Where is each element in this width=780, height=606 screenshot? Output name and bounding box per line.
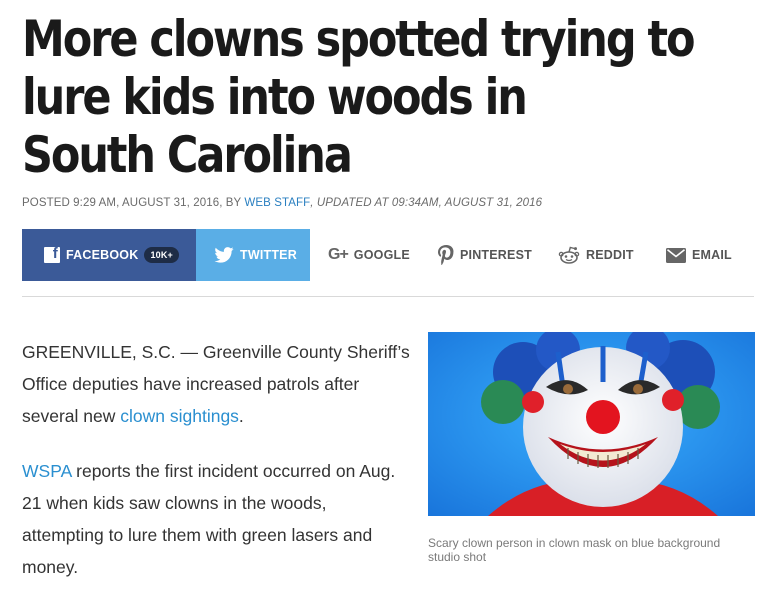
author-link[interactable]: WEB STAFF (244, 197, 310, 209)
google-label: GOOGLE (353, 248, 410, 262)
twitter-icon (214, 247, 234, 263)
paragraph-text: reports the first incident occurred on A… (22, 461, 396, 577)
byline: POSTED 9:29 AM, AUGUST 31, 2016, BY WEB … (22, 197, 542, 209)
twitter-share-button[interactable]: TWITTER (196, 229, 310, 281)
reddit-icon (558, 246, 580, 264)
facebook-share-button[interactable]: f FACEBOOK 10K+ (22, 229, 196, 281)
reddit-share-button[interactable]: REDDIT (540, 229, 648, 281)
paragraph: GREENVILLE, S.C. — Greenville County She… (22, 336, 412, 432)
headline-line: More clowns spotted trying to (22, 10, 695, 68)
clown-sightings-link[interactable]: clown sightings (120, 406, 239, 426)
paragraph-end: . (238, 406, 244, 426)
paragraph: WSPA reports the first incident occurred… (22, 455, 412, 583)
byline-updated: , UPDATED AT 09:34AM, AUGUST 31, 2016 (310, 197, 543, 209)
byline-posted: POSTED 9:29 AM, AUGUST 31, 2016, BY (22, 197, 245, 209)
google-plus-icon: G+ (328, 246, 349, 263)
share-count-badge: 10K+ (144, 247, 180, 263)
article-headline: More clowns spotted trying to lure kids … (22, 10, 744, 184)
email-label: EMAIL (692, 248, 732, 262)
email-icon (666, 247, 686, 263)
reddit-label: REDDIT (586, 248, 634, 262)
google-share-button[interactable]: G+ GOOGLE (310, 229, 420, 281)
headline-line: South Carolina (22, 126, 353, 184)
headline-line: lure kids into woods in (22, 68, 528, 126)
pinterest-label: PINTEREST (460, 248, 532, 262)
article-body: GREENVILLE, S.C. — Greenville County She… (22, 336, 412, 606)
facebook-label: FACEBOOK (66, 248, 139, 262)
article-figure: Scary clown person in clown mask on blue… (428, 332, 755, 564)
pinterest-icon (438, 245, 454, 265)
twitter-label: TWITTER (240, 248, 297, 262)
image-caption: Scary clown person in clown mask on blue… (428, 536, 721, 564)
pinterest-share-button[interactable]: PINTEREST (420, 229, 540, 281)
email-share-button[interactable]: EMAIL (648, 229, 748, 281)
clown-photo (428, 332, 755, 516)
divider (22, 296, 754, 297)
facebook-icon: f (44, 245, 60, 263)
share-bar: f FACEBOOK 10K+ TWITTER G+ GOOGLE PINTER… (22, 229, 754, 281)
wspa-link[interactable]: WSPA (22, 461, 71, 481)
